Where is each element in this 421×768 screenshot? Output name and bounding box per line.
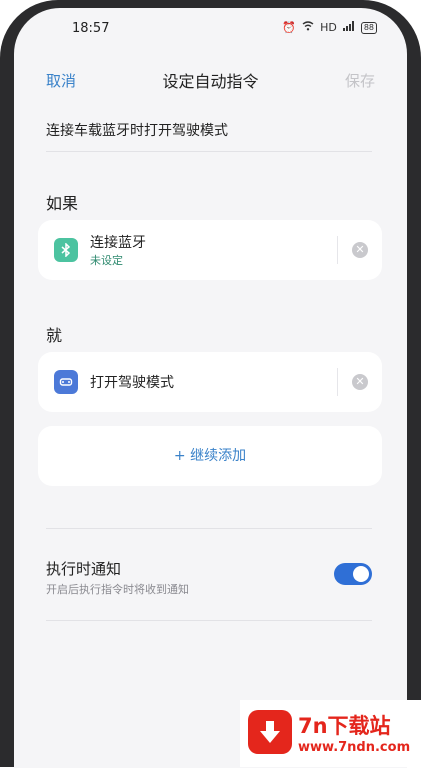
- status-time: 18:57: [72, 21, 110, 36]
- notify-title: 执行时通知: [46, 560, 122, 578]
- remove-action-button[interactable]: ✕: [352, 374, 368, 390]
- nav-bar: 取消 设定自动指令 保存: [14, 66, 407, 96]
- bluetooth-icon: [54, 238, 78, 262]
- save-button[interactable]: 保存: [345, 70, 375, 91]
- alarm-icon: ⏰: [282, 21, 297, 34]
- status-icons: ⏰ HD 88: [282, 21, 377, 34]
- input-underline: [46, 151, 372, 152]
- phone-screen: 18:57 ⏰ HD 88 取消 设定自动指令 保存 连接车载蓝牙时打开驾驶模式…: [14, 8, 407, 768]
- phone-bezel: 18:57 ⏰ HD 88 取消 设定自动指令 保存 连接车载蓝牙时打开驾驶模式…: [0, 0, 421, 768]
- add-action-button[interactable]: + 继续添加: [38, 426, 382, 486]
- watermark: 7n下载站 www.7ndn.com: [240, 700, 421, 767]
- wifi-icon: [302, 21, 314, 34]
- condition-card-bluetooth[interactable]: 连接蓝牙 未设定 ✕: [38, 220, 382, 280]
- section-divider: [46, 528, 372, 529]
- status-bar: 18:57 ⏰ HD 88: [14, 8, 407, 48]
- car-icon: [54, 370, 78, 394]
- condition-subtitle: 未设定: [90, 254, 123, 267]
- notify-toggle[interactable]: [334, 563, 372, 585]
- then-section-title: 就: [46, 326, 63, 345]
- download-arrow-icon: [248, 710, 292, 754]
- notify-subtitle: 开启后执行指令时将收到通知: [46, 583, 189, 596]
- action-card-driving-mode[interactable]: 打开驾驶模式 ✕: [38, 352, 382, 412]
- condition-title: 连接蓝牙: [90, 235, 146, 251]
- command-name-input[interactable]: 连接车载蓝牙时打开驾驶模式: [46, 120, 372, 140]
- card-divider: [337, 368, 338, 396]
- watermark-name: 7n下载站: [298, 714, 391, 738]
- section-divider: [46, 620, 372, 621]
- signal-icon: [342, 21, 355, 34]
- remove-condition-button[interactable]: ✕: [352, 242, 368, 258]
- network-label: HD: [320, 21, 337, 34]
- if-section-title: 如果: [46, 194, 79, 213]
- card-divider: [337, 236, 338, 264]
- action-title: 打开驾驶模式: [90, 375, 174, 391]
- toggle-knob: [353, 566, 369, 582]
- watermark-url: www.7ndn.com: [298, 740, 411, 755]
- battery-icon: 88: [360, 21, 377, 34]
